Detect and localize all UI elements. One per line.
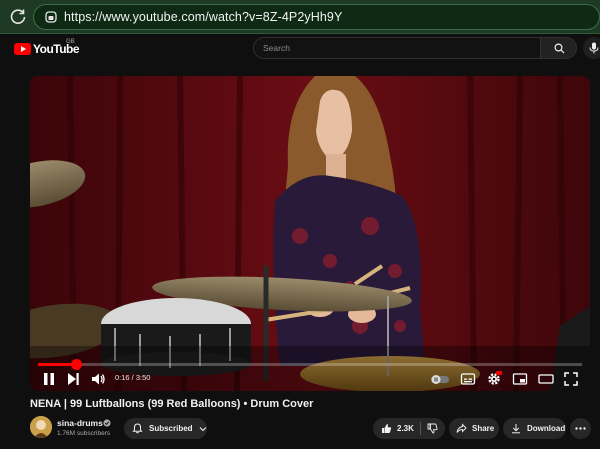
voice-search-button[interactable] — [583, 37, 600, 59]
region-code: GB — [66, 39, 75, 45]
autoplay-toggle[interactable] — [430, 371, 450, 387]
thumbs-down-icon[interactable] — [427, 423, 438, 434]
browser-bar: https://www.youtube.com/watch?v=8Z-4P2yH… — [0, 0, 600, 34]
youtube-play-icon — [14, 43, 31, 55]
download-icon — [512, 424, 520, 434]
download-label: Download — [527, 424, 566, 433]
like-count[interactable]: 2.3K — [397, 424, 414, 433]
search-button[interactable] — [540, 37, 577, 59]
verified-icon — [103, 419, 111, 427]
thumbs-up-icon[interactable] — [381, 423, 392, 434]
channel-avatar[interactable] — [30, 416, 52, 438]
time-display: 0:16 / 3:50 — [115, 373, 151, 382]
video-frame — [30, 76, 590, 391]
lock-icon[interactable] — [44, 10, 58, 24]
like-dislike-group: 2.3K — [373, 418, 445, 439]
miniplayer-icon[interactable] — [512, 371, 528, 387]
reload-icon[interactable] — [8, 7, 28, 27]
volume-icon[interactable] — [90, 371, 106, 387]
youtube-header: YouTube GB — [0, 34, 600, 64]
chevron-down-icon — [199, 426, 206, 431]
search-box[interactable] — [253, 37, 541, 59]
fullscreen-icon[interactable] — [563, 371, 579, 387]
subscribed-button[interactable]: Subscribed — [124, 418, 207, 439]
address-bar[interactable]: https://www.youtube.com/watch?v=8Z-4P2yH… — [33, 4, 600, 30]
subtitles-icon[interactable] — [460, 371, 476, 387]
like-divider — [419, 422, 421, 435]
share-button[interactable]: Share — [449, 418, 499, 439]
subscriber-count: 1.76M subscribers — [57, 430, 111, 437]
settings-icon[interactable] — [486, 371, 502, 387]
mic-icon — [589, 42, 599, 54]
share-icon — [456, 423, 467, 433]
channel-name[interactable]: sina-drums — [57, 418, 103, 428]
video-player[interactable]: 0:16 / 3:50 — [30, 76, 590, 391]
player-controls: 0:16 / 3:50 — [30, 368, 590, 391]
next-icon[interactable] — [65, 371, 81, 387]
share-label: Share — [472, 424, 495, 433]
url-text[interactable]: https://www.youtube.com/watch?v=8Z-4P2yH… — [64, 10, 342, 24]
bell-icon — [132, 423, 143, 434]
avatar-image — [30, 416, 52, 438]
more-icon — [575, 427, 586, 430]
subscribed-label: Subscribed — [149, 424, 193, 433]
theater-icon[interactable] — [538, 371, 554, 387]
search-icon — [554, 43, 565, 54]
search-input[interactable] — [254, 38, 540, 58]
video-title: NENA | 99 Luftballons (99 Red Balloons) … — [30, 398, 314, 410]
download-button[interactable]: Download — [503, 418, 566, 439]
progress-bar[interactable] — [38, 359, 582, 370]
more-actions-button[interactable] — [570, 418, 591, 439]
pause-icon[interactable] — [41, 371, 57, 387]
